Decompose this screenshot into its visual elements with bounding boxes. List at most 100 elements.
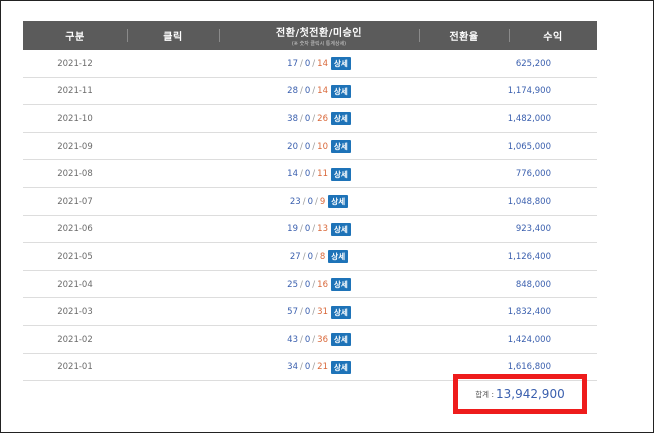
conversion-count-link[interactable]: 23: [290, 197, 301, 207]
first-conversion-link[interactable]: 0: [305, 362, 310, 372]
pending-count-link[interactable]: 14: [317, 86, 328, 96]
row-conversion: 27/0/8 상세: [219, 243, 419, 271]
conversion-count-link[interactable]: 25: [287, 280, 298, 290]
conversion-count-link[interactable]: 19: [287, 224, 298, 234]
detail-button[interactable]: 상세: [331, 305, 351, 319]
row-conversion: 23/0/9 상세: [219, 188, 419, 216]
row-month: 2021-10: [57, 113, 93, 124]
pending-count-link[interactable]: 8: [320, 252, 325, 262]
slash-separator: /: [312, 307, 316, 318]
slash-separator: /: [300, 334, 303, 345]
detail-button[interactable]: 상세: [331, 278, 351, 292]
pending-count-link[interactable]: 10: [317, 142, 328, 152]
row-revenue: 625,200: [515, 58, 551, 69]
slash-separator: /: [312, 362, 316, 373]
total-label: 합계 :: [475, 389, 494, 399]
pending-count-link[interactable]: 16: [317, 280, 328, 290]
row-revenue: 1,832,400: [507, 307, 551, 318]
row-month: 2021-02: [57, 334, 93, 345]
row-month: 2021-03: [57, 307, 93, 318]
conversion-count-link[interactable]: 34: [287, 362, 298, 372]
slash-separator: /: [312, 141, 316, 152]
pending-count-link[interactable]: 11: [317, 169, 328, 179]
row-conversion: 19/0/13 상세: [219, 216, 419, 244]
detail-button[interactable]: 상세: [331, 333, 351, 347]
slash-separator: /: [300, 169, 303, 180]
first-conversion-link[interactable]: 0: [308, 252, 313, 262]
detail-button[interactable]: 상세: [331, 84, 351, 98]
row-conversion: 38/0/26 상세: [219, 105, 419, 133]
slash-separator: /: [302, 196, 306, 207]
slash-separator: /: [315, 196, 318, 207]
detail-button[interactable]: 상세: [331, 360, 351, 374]
table-row: 2021-02 43/0/36 상세 1,424,000: [23, 326, 597, 354]
first-conversion-link[interactable]: 0: [305, 224, 310, 234]
slash-separator: /: [300, 307, 303, 318]
first-conversion-link[interactable]: 0: [305, 86, 310, 96]
row-conversion: 28/0/14 상세: [219, 78, 419, 106]
table-row: 2021-12 17/0/14 상세 625,200: [23, 50, 597, 78]
slash-separator: /: [312, 58, 316, 69]
header-rate: 전환율: [419, 21, 509, 50]
row-month: 2021-09: [57, 141, 93, 152]
pending-count-link[interactable]: 14: [317, 59, 328, 69]
slash-separator: /: [312, 334, 316, 345]
table-row: 2021-11 28/0/14 상세 1,174,900: [23, 78, 597, 106]
row-month: 2021-01: [57, 362, 93, 373]
first-conversion-link[interactable]: 0: [305, 142, 310, 152]
row-month: 2021-07: [57, 196, 93, 207]
pending-count-link[interactable]: 21: [317, 362, 328, 372]
row-month: 2021-06: [57, 224, 93, 235]
slash-separator: /: [300, 362, 303, 373]
slash-separator: /: [300, 86, 303, 97]
slash-separator: /: [300, 113, 303, 124]
first-conversion-link[interactable]: 0: [305, 335, 310, 345]
table-row: 2021-03 57/0/31 상세 1,832,400: [23, 298, 597, 326]
table-header: 구분 클릭 전환/첫전환/미승인 (※ 숫자 클릭시 통계상세) 전환율 수익: [23, 21, 597, 50]
conversion-count-link[interactable]: 20: [287, 142, 298, 152]
page-frame: 구분 클릭 전환/첫전환/미승인 (※ 숫자 클릭시 통계상세) 전환율 수익 …: [0, 0, 654, 433]
detail-button[interactable]: 상세: [331, 57, 351, 71]
row-revenue: 1,126,400: [507, 251, 551, 262]
row-month: 2021-05: [57, 251, 93, 262]
conversion-count-link[interactable]: 38: [287, 114, 298, 124]
conversion-count-link[interactable]: 14: [287, 169, 298, 179]
slash-separator: /: [300, 58, 303, 69]
row-conversion: 25/0/16 상세: [219, 271, 419, 299]
row-revenue: 776,000: [515, 169, 551, 180]
header-click: 클릭: [127, 21, 219, 50]
slash-separator: /: [312, 86, 316, 97]
header-revenue: 수익: [509, 21, 597, 50]
conversion-count-link[interactable]: 43: [287, 335, 298, 345]
slash-separator: /: [300, 279, 303, 290]
conversion-count-link[interactable]: 27: [290, 252, 301, 262]
total-highlight-box: 합계 : 13,942,900: [453, 374, 587, 414]
slash-separator: /: [312, 169, 316, 180]
row-revenue: 1,424,000: [507, 334, 551, 345]
detail-button[interactable]: 상세: [331, 167, 351, 181]
first-conversion-link[interactable]: 0: [305, 307, 310, 317]
row-revenue: 848,000: [515, 279, 551, 290]
first-conversion-link[interactable]: 0: [305, 169, 310, 179]
row-conversion: 34/0/21 상세: [219, 354, 419, 382]
detail-button[interactable]: 상세: [331, 112, 351, 126]
first-conversion-link[interactable]: 0: [305, 114, 310, 124]
detail-button[interactable]: 상세: [331, 140, 351, 154]
pending-count-link[interactable]: 13: [317, 224, 328, 234]
conversion-count-link[interactable]: 17: [287, 59, 298, 69]
first-conversion-link[interactable]: 0: [305, 280, 310, 290]
header-rate-label: 전환율: [449, 32, 479, 43]
pending-count-link[interactable]: 31: [317, 307, 328, 317]
pending-count-link[interactable]: 26: [317, 114, 328, 124]
detail-button[interactable]: 상세: [328, 250, 349, 264]
conversion-count-link[interactable]: 57: [287, 307, 298, 317]
first-conversion-link[interactable]: 0: [305, 59, 310, 69]
total-value: 13,942,900: [496, 387, 565, 401]
pending-count-link[interactable]: 36: [317, 335, 328, 345]
conversion-count-link[interactable]: 28: [287, 86, 298, 96]
detail-button[interactable]: 상세: [328, 195, 349, 209]
first-conversion-link[interactable]: 0: [308, 197, 313, 207]
pending-count-link[interactable]: 9: [320, 197, 325, 207]
detail-button[interactable]: 상세: [331, 222, 351, 236]
slash-separator: /: [312, 113, 316, 124]
